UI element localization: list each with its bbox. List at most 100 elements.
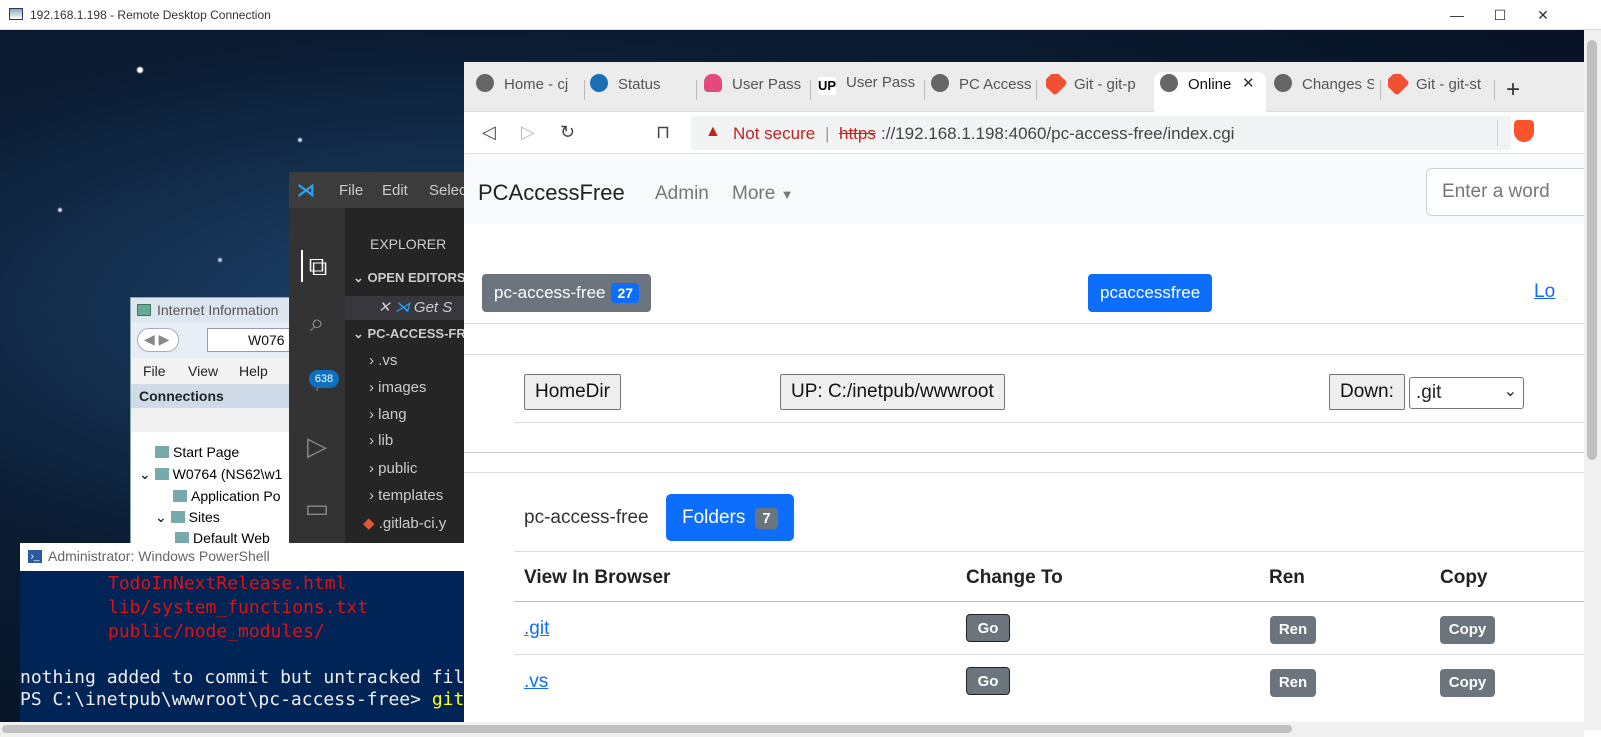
url-field[interactable]: ▲ Not secure | https ://192.168.1.198:40… <box>691 116 1511 150</box>
copy-button[interactable]: Copy <box>1440 669 1495 697</box>
browser-window[interactable]: Home - cj Status User Pass UP User Pass P… <box>464 62 1584 722</box>
folder-images[interactable]: › images <box>369 379 465 396</box>
copy-button[interactable]: Copy <box>1440 616 1495 644</box>
iis-menu-file[interactable]: File <box>143 363 166 379</box>
iis-menu-help[interactable]: Help <box>239 363 268 379</box>
down-folder-select[interactable]: .git ⌄ <box>1409 377 1524 409</box>
url-scheme: https <box>839 124 876 143</box>
run-debug-icon[interactable]: ▷ <box>301 430 333 462</box>
vscode-window[interactable]: ⋊ File Edit Selec ⧉ ⌕ ⑂ ▷ ▭ 638 EXPLORER… <box>289 172 465 552</box>
vs-menu-edit[interactable]: Edit <box>382 182 408 199</box>
powershell-window[interactable]: Administrator: Windows PowerShell ›_ Tod… <box>20 543 470 723</box>
tab-git-st[interactable]: Git - git-st <box>1388 74 1488 106</box>
vertical-scrollbar-thumb[interactable] <box>1587 40 1597 460</box>
open-editor-item[interactable]: ✕ ⋊ Get S <box>345 296 465 320</box>
powershell-title: Administrator: Windows PowerShell <box>20 543 470 571</box>
tree-start-page[interactable]: Start Page <box>155 444 239 460</box>
iis-app-icon <box>137 304 151 316</box>
tab-home[interactable]: Home - cj <box>476 74 576 106</box>
search-icon[interactable]: ⌕ <box>301 306 333 338</box>
go-button[interactable]: Go <box>966 667 1010 695</box>
folder-link-git[interactable]: .git <box>524 618 549 640</box>
folder-vs[interactable]: › .vs <box>369 352 465 369</box>
up-button[interactable]: UP: C:/inetpub/wwwroot <box>780 374 1005 410</box>
folder-link-vs[interactable]: .vs <box>524 671 548 693</box>
iis-manager-window[interactable]: Internet Information ◀ ▶ W076 File View … <box>130 297 301 547</box>
gitlab-icon: ◆ <box>363 515 375 532</box>
right-link[interactable]: Lo <box>1534 281 1555 303</box>
ps-untracked-line: lib/system_functions.txt <box>108 597 369 618</box>
back-forward-icon[interactable]: ◀ ▶ <box>137 328 179 352</box>
vscode-file-icon: ⋊ <box>394 299 410 316</box>
bookmark-icon[interactable]: ⊓ <box>656 122 670 143</box>
globe-icon <box>476 74 494 92</box>
connections-toolbar[interactable] <box>131 408 301 432</box>
vs-menu-selection[interactable]: Selec <box>429 182 465 199</box>
new-tab-button[interactable]: + <box>1506 76 1530 108</box>
divider <box>464 354 1584 355</box>
homedir-button[interactable]: HomeDir <box>524 374 621 410</box>
server-icon <box>154 468 169 480</box>
vs-menu-file[interactable]: File <box>339 182 363 199</box>
iis-menu-view[interactable]: View <box>188 363 218 379</box>
tab-pc-access[interactable]: PC Access <box>931 74 1031 106</box>
ps-untracked-line: public/node_modules/ <box>108 621 325 642</box>
horizontal-scrollbar-thumb[interactable] <box>2 725 1292 733</box>
tab-git-p[interactable]: Git - git-p <box>1046 74 1146 106</box>
down-button[interactable]: Down: <box>1329 374 1405 410</box>
git-icon <box>1388 74 1410 96</box>
repo-button[interactable]: pc-access-free 27 <box>482 274 652 312</box>
forward-icon[interactable]: ▷ <box>521 122 535 143</box>
explorer-icon[interactable]: ⧉ <box>301 250 333 282</box>
folder-templates[interactable]: › templates <box>369 487 465 504</box>
divider <box>514 551 1584 552</box>
col-copy: Copy <box>1440 567 1488 588</box>
file-gitlab-ci[interactable]: ◆ .gitlab-ci.y <box>363 514 465 532</box>
ps-status-line: nothing added to commit but untracked fi… <box>20 667 465 688</box>
close-button[interactable]: ✕ <box>1520 0 1566 30</box>
user-button[interactable]: pcaccessfree <box>1088 274 1213 312</box>
folder-lang[interactable]: › lang <box>369 406 465 423</box>
nav-more-dropdown[interactable]: More ▼ <box>732 183 793 205</box>
brand-link[interactable]: PCAccessFree <box>478 180 625 206</box>
tab-divider <box>696 80 697 100</box>
url-text: ://192.168.1.198:4060/pc-access-free/ind… <box>881 124 1235 143</box>
tab-divider <box>924 80 925 100</box>
ren-button[interactable]: Ren <box>1270 669 1316 697</box>
tab-close-icon[interactable]: ✕ <box>1242 74 1262 106</box>
brave-shield-icon[interactable] <box>1514 120 1534 142</box>
search-input[interactable]: Enter a word <box>1426 168 1584 216</box>
back-icon[interactable]: ◁ <box>482 122 496 143</box>
ps-untracked-line: TodoInNextRelease.html <box>108 573 347 594</box>
folder-lib[interactable]: › lib <box>369 432 465 449</box>
tab-online-active[interactable]: Online <box>1160 74 1250 106</box>
connections-header: Connections <box>131 384 301 408</box>
reload-icon[interactable]: ↻ <box>560 122 575 143</box>
tab-changes[interactable]: Changes S <box>1274 74 1374 106</box>
tab-user-pass-2[interactable]: UP User Pass <box>818 74 918 106</box>
divider <box>464 452 1584 453</box>
remote-explorer-icon[interactable]: ▭ <box>301 492 333 524</box>
tab-status[interactable]: Status <box>590 74 690 106</box>
tab-user-pass-1[interactable]: User Pass <box>704 74 804 106</box>
tab-divider <box>810 80 811 100</box>
project-header[interactable]: ⌄ PC-ACCESS-FR <box>353 326 465 342</box>
not-secure-label[interactable]: Not secure <box>733 124 815 144</box>
maximize-button[interactable]: ☐ <box>1477 0 1523 30</box>
current-dir-label: pc-access-free <box>524 507 649 528</box>
go-button[interactable]: Go <box>966 614 1010 642</box>
tree-sites[interactable]: ⌄ Sites <box>155 509 220 526</box>
tab-strip: Home - cj Status User Pass UP User Pass P… <box>464 62 1584 112</box>
nav-admin[interactable]: Admin <box>655 183 709 205</box>
iis-address-box[interactable]: W076 <box>207 328 301 352</box>
open-editors-header[interactable]: ⌄ OPEN EDITORS <box>353 270 465 286</box>
ps-prompt-line[interactable]: PS C:\inetpub\wwwroot\pc-access-free> gi… <box>20 689 464 710</box>
tree-app-pools[interactable]: Application Po <box>173 488 281 504</box>
minimize-button[interactable]: — <box>1434 0 1480 30</box>
folders-tab[interactable]: Folders 7 <box>666 494 794 541</box>
ren-button[interactable]: Ren <box>1270 616 1316 644</box>
table-header-divider <box>514 601 1584 602</box>
tree-server[interactable]: ⌄ W0764 (NS62\w1 <box>139 466 282 483</box>
app-pool-icon <box>173 490 187 502</box>
folder-public[interactable]: › public <box>369 460 465 477</box>
